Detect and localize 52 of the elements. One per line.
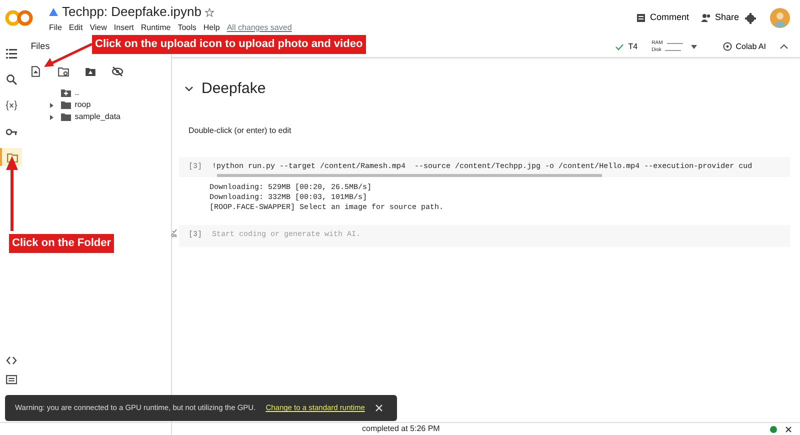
status-text: completed at 5:26 PM [362, 423, 440, 435]
check-icon [172, 228, 177, 233]
table-of-contents-icon [6, 48, 17, 58]
variables-icon [6, 100, 17, 110]
expand-icon[interactable] [48, 114, 54, 120]
callout-label: Click on the upload icon to upload photo and video [92, 35, 366, 54]
share-icon [700, 13, 711, 23]
menu-item[interactable]: Help [203, 22, 220, 34]
logo-icon[interactable] [5, 9, 33, 27]
menu-item[interactable]: Insert [114, 22, 134, 34]
comment-button[interactable]: Comment [630, 11, 695, 25]
sparkle-icon [722, 42, 732, 51]
share-button[interactable]: Share [694, 11, 745, 25]
save-status[interactable]: All changes saved [226, 22, 292, 34]
drive-folder-icon[interactable] [84, 66, 96, 77]
drive-icon [49, 8, 58, 16]
file-name[interactable]: roop [74, 99, 91, 111]
panel-title: Files [30, 40, 50, 54]
code-icon[interactable] [6, 355, 17, 366]
menu-item[interactable]: View [90, 22, 107, 34]
folder-icon [60, 88, 71, 98]
folder-refresh-icon[interactable] [58, 66, 69, 77]
hidden-icon[interactable] [112, 66, 123, 77]
document-title[interactable]: Techpp: Deepfake.ipynb [62, 2, 202, 22]
terminal-icon[interactable] [6, 374, 17, 385]
upload-icon[interactable] [30, 66, 42, 77]
menu-item[interactable]: Tools [178, 22, 196, 34]
search-icon [6, 74, 17, 84]
file-name[interactable]: .. [74, 87, 80, 99]
star-icon[interactable] [205, 8, 214, 16]
collapse-header-icon[interactable] [780, 44, 788, 49]
colab-ai-button[interactable]: Colab AI [716, 40, 772, 52]
menu-item[interactable]: Runtime [140, 22, 171, 34]
menu-item[interactable]: Edit [68, 22, 83, 34]
check-icon [615, 42, 624, 50]
collapse-icon[interactable] [185, 86, 194, 92]
scrollbar[interactable] [217, 174, 602, 177]
menu-item[interactable]: File [49, 22, 62, 34]
dropdown-icon[interactable] [690, 44, 697, 48]
folder-icon [6, 152, 18, 162]
section-heading: Deepfake [201, 79, 266, 99]
status-dot-icon [770, 426, 777, 432]
runtime-button[interactable]: T4 [609, 40, 644, 52]
sidebar-tab[interactable] [0, 148, 22, 166]
comment-icon [636, 13, 646, 23]
text-cell-hint[interactable]: Double-click (or enter) to edit [172, 100, 800, 150]
callout-label: Click on the Folder [9, 234, 114, 252]
close-icon[interactable] [785, 426, 792, 432]
folder-icon [60, 112, 71, 122]
file-name[interactable]: sample_data [74, 111, 120, 123]
folder-icon [60, 100, 71, 110]
expand-icon[interactable] [48, 102, 54, 108]
